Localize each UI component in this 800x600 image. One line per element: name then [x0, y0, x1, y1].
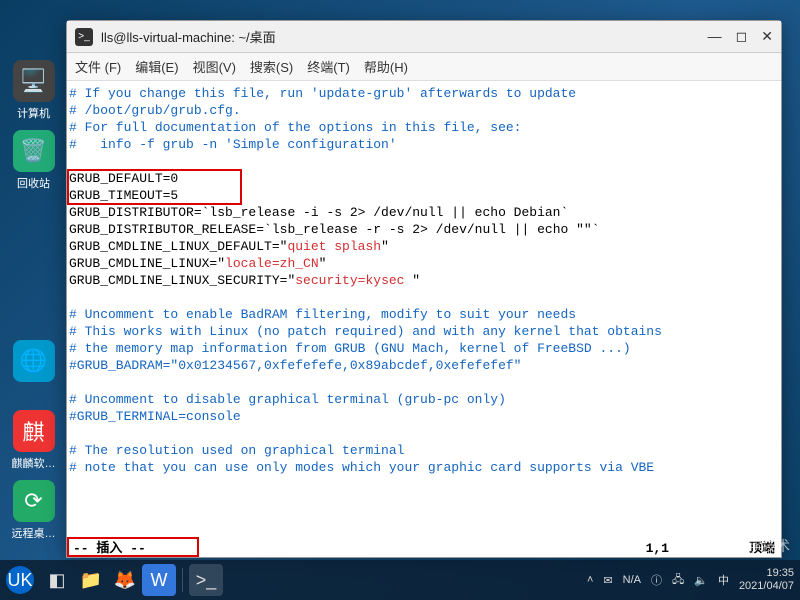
desktop-icon-trash[interactable]: 🗑️ 回收站 — [6, 130, 61, 191]
editor-line: GRUB_CMDLINE_LINUX="locale=zh_CN" — [69, 255, 779, 272]
tray-volume-icon[interactable]: 🔈 — [694, 574, 708, 587]
taskbar-terminal-icon[interactable]: >_ — [189, 564, 223, 596]
editor-line: GRUB_DISTRIBUTOR=`lsb_release -i -s 2> /… — [69, 204, 779, 221]
editor-line: # the memory map information from GRUB (… — [69, 340, 779, 357]
editor-line: # Uncomment to enable BadRAM filtering, … — [69, 306, 779, 323]
desktop-icon-label: 麒麟软… — [6, 455, 61, 471]
desktop-icon-computer[interactable]: 🖥️ 计算机 — [6, 60, 61, 121]
titlebar[interactable]: >_ lls@lls-virtual-machine: ~/桌面 — ◻ ✕ — [67, 21, 781, 53]
minimize-button[interactable]: — — [708, 28, 722, 45]
terminal-window: >_ lls@lls-virtual-machine: ~/桌面 — ◻ ✕ 文… — [66, 20, 782, 558]
editor-line — [69, 153, 779, 170]
window-title: lls@lls-virtual-machine: ~/桌面 — [101, 27, 708, 46]
editor-line: # If you change this file, run 'update-g… — [69, 85, 779, 102]
menu-search[interactable]: 搜索(S) — [250, 57, 293, 76]
desktop-icon-label: 回收站 — [6, 175, 61, 191]
editor-line: # info -f grub -n 'Simple configuration' — [69, 136, 779, 153]
tray-notify-icon[interactable]: ✉ — [603, 574, 612, 587]
editor-line: GRUB_DEFAULT=0 — [69, 170, 779, 187]
start-button[interactable]: UK — [6, 566, 34, 594]
editor-line: GRUB_CMDLINE_LINUX_DEFAULT="quiet splash… — [69, 238, 779, 255]
tray-temp-label: N/A — [623, 574, 641, 586]
editor-line: # For full documentation of the options … — [69, 119, 779, 136]
editor-line: # This works with Linux (no patch requir… — [69, 323, 779, 340]
editor-line: # /boot/grub/grub.cfg. — [69, 102, 779, 119]
taskbar-firefox-icon[interactable]: 🦊 — [108, 564, 142, 596]
taskbar-file-manager-icon[interactable]: 📁 — [74, 564, 108, 596]
taskbar-wps-icon[interactable]: W — [142, 564, 176, 596]
tray-time: 19:35 — [739, 567, 794, 580]
maximize-button[interactable]: ◻ — [736, 28, 748, 45]
tray-date: 2021/04/07 — [739, 580, 794, 593]
terminal-icon: >_ — [75, 28, 93, 46]
editor-line — [69, 374, 779, 391]
editor-line: GRUB_CMDLINE_LINUX_SECURITY="security=ky… — [69, 272, 779, 289]
watermark-site: 知乎 — [672, 536, 700, 556]
desktop-icon-kirin[interactable]: 麒 麒麟软… — [6, 410, 61, 471]
desktop-icon-browser[interactable]: 🌐 — [6, 340, 61, 385]
editor-line — [69, 289, 779, 306]
editor-line: # note that you can use only modes which… — [69, 459, 779, 476]
desktop-icon-label: 计算机 — [6, 105, 61, 121]
editor-line: #GRUB_TERMINAL=console — [69, 408, 779, 425]
desktop-icon-label: 远程桌… — [6, 525, 61, 541]
menu-help[interactable]: 帮助(H) — [364, 57, 408, 76]
vim-cursor-pos: 1,1 — [646, 540, 669, 557]
tray-info-icon[interactable]: ⓘ — [651, 572, 662, 588]
terminal-content[interactable]: # If you change this file, run 'update-g… — [67, 81, 781, 557]
menu-file[interactable]: 文件 (F) — [75, 57, 121, 76]
editor-line — [69, 425, 779, 442]
tray-up-icon[interactable]: ˄ — [587, 574, 593, 586]
tray-clock[interactable]: 19:35 2021/04/07 — [739, 567, 794, 593]
editor-line: #GRUB_BADRAM="0x01234567,0xfefefefe,0x89… — [69, 357, 779, 374]
vim-mode: -- 插入 -- — [73, 540, 146, 557]
watermark: 知乎 @偷偷学技术 — [672, 536, 790, 556]
editor-line: # Uncomment to disable graphical termina… — [69, 391, 779, 408]
menu-edit[interactable]: 编辑(E) — [135, 57, 178, 76]
taskbar: UK ◧ 📁 🦊 W >_ ˄ ✉ N/A ⓘ 🖧 🔈 中 19:35 2021… — [0, 560, 800, 600]
editor-line: # The resolution used on graphical termi… — [69, 442, 779, 459]
menu-terminal[interactable]: 终端(T) — [307, 57, 350, 76]
taskbar-task-view-icon[interactable]: ◧ — [40, 564, 74, 596]
watermark-user: @偷偷学技术 — [706, 536, 790, 556]
editor-line: GRUB_TIMEOUT=5 — [69, 187, 779, 204]
close-button[interactable]: ✕ — [761, 28, 773, 45]
menubar: 文件 (F) 编辑(E) 视图(V) 搜索(S) 终端(T) 帮助(H) — [67, 53, 781, 81]
menu-view[interactable]: 视图(V) — [193, 57, 236, 76]
tray-network-icon[interactable]: 🖧 — [672, 571, 684, 590]
tray-ime-label[interactable]: 中 — [718, 572, 729, 588]
editor-line: GRUB_DISTRIBUTOR_RELEASE=`lsb_release -r… — [69, 221, 779, 238]
desktop-icon-remote[interactable]: ⟳ 远程桌… — [6, 480, 61, 541]
